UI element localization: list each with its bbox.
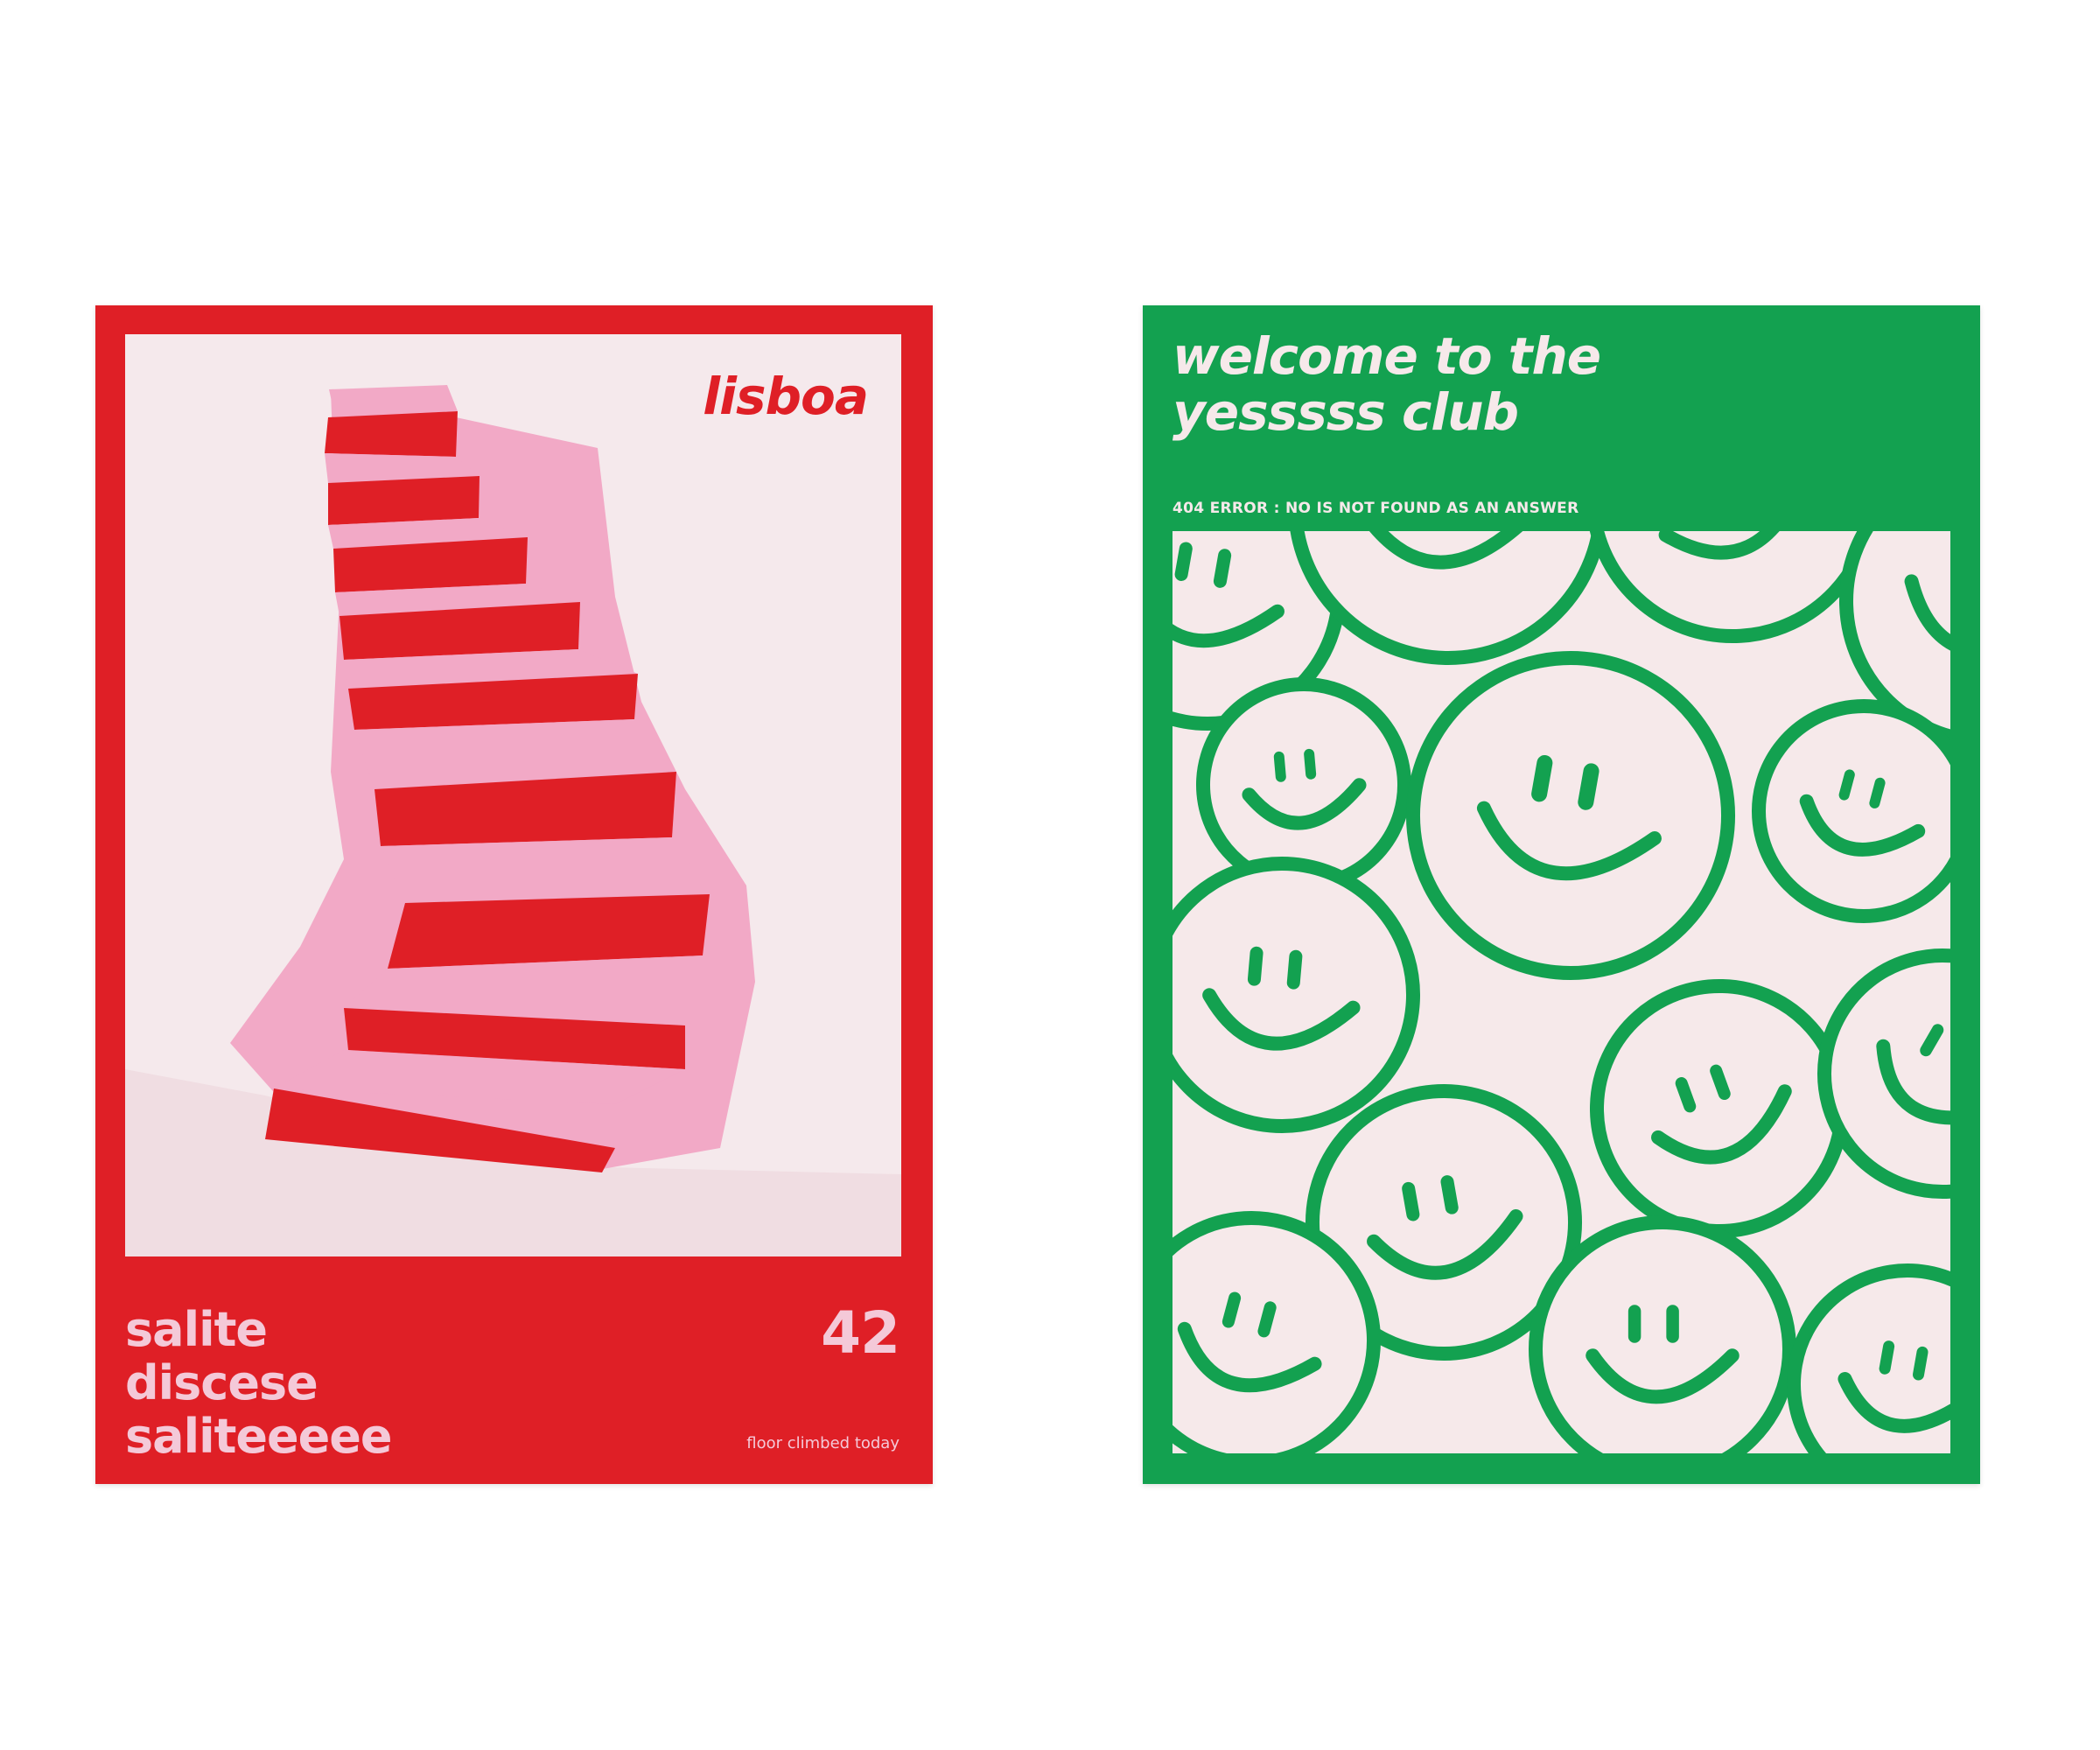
yes-club-poster: welcome to the yesssss club 404 ERROR : …	[1143, 305, 1980, 1484]
poster-subhead: 404 ERROR : NO IS NOT FOUND AS AN ANSWER	[1172, 500, 1579, 517]
poster-headline: welcome to the yesssss club	[1172, 326, 1601, 442]
smiley-face-icon	[1172, 857, 1420, 1133]
smiley-face-icon	[1787, 1264, 1950, 1453]
smiley-face-icon	[1290, 531, 1606, 665]
verse-line: saliteeeee	[125, 1409, 393, 1464]
staircase-panel: lisboa	[125, 334, 901, 1256]
lisboa-poster: lisboa salite discese saliteeeee 42 floo…	[95, 305, 933, 1484]
smiley-pattern	[1172, 531, 1950, 1453]
floor-caption: floor climbed today	[746, 1434, 900, 1452]
poster-verse: salite discese saliteeeee	[125, 1302, 393, 1464]
headline-line: welcome to the	[1172, 326, 1601, 386]
staircase-illustration	[125, 385, 901, 1256]
floor-count: 42	[821, 1299, 900, 1367]
city-title: lisboa	[703, 367, 869, 426]
smiley-panel	[1172, 531, 1950, 1453]
headline-line: yesssss club	[1172, 382, 1519, 442]
verse-line: salite	[125, 1302, 268, 1357]
smiley-face-icon	[1529, 1215, 1796, 1453]
smiley-face-icon	[1406, 651, 1735, 980]
smiley-face-icon	[1752, 699, 1950, 923]
verse-line: discese	[125, 1355, 318, 1410]
